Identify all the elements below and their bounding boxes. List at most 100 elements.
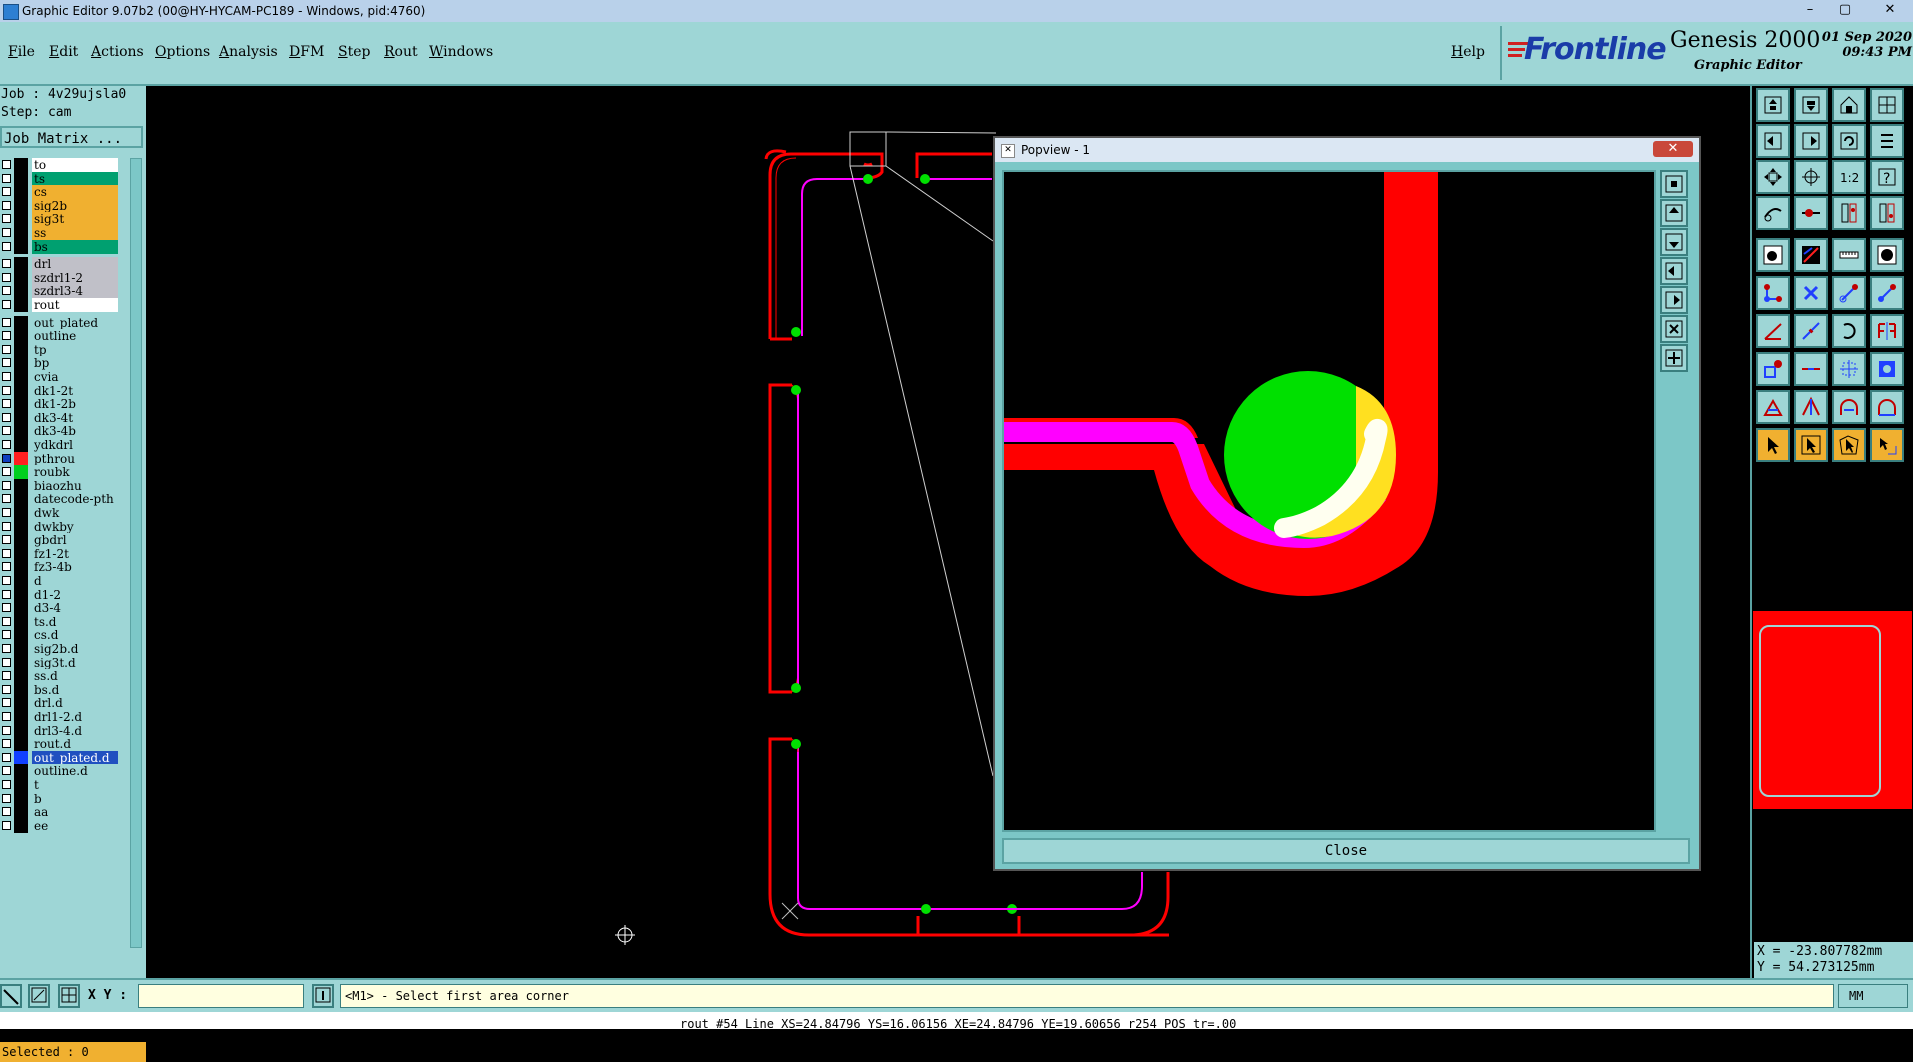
layer-color-swatch[interactable] <box>14 478 28 493</box>
layer-row[interactable]: rout.d <box>0 737 118 752</box>
layer-row[interactable]: sig2b <box>0 198 118 213</box>
layer-row[interactable]: outline.d <box>0 764 118 779</box>
popview-pan-right-button[interactable] <box>1660 286 1688 314</box>
layer-checkbox[interactable] <box>2 160 11 169</box>
layer-checkbox[interactable] <box>2 317 11 327</box>
layer-checkbox[interactable] <box>2 644 11 653</box>
tool-center-button[interactable] <box>1794 160 1828 194</box>
menu-actions[interactable]: Actions <box>91 44 144 60</box>
layer-checkbox[interactable] <box>2 766 11 776</box>
layer-color-swatch[interactable] <box>14 383 28 398</box>
tool-layer-down-button[interactable] <box>1870 196 1904 230</box>
layer-row[interactable]: datecode-pth <box>0 492 118 507</box>
tool-snap-button[interactable] <box>1794 196 1828 230</box>
layer-checkbox[interactable] <box>2 589 11 599</box>
layer-color-swatch[interactable] <box>14 410 28 425</box>
tool-select-poly-button[interactable] <box>1832 428 1866 462</box>
layer-checkbox[interactable] <box>2 562 11 572</box>
tool-select-net-button[interactable] <box>1870 428 1904 462</box>
layer-color-swatch[interactable] <box>14 737 28 752</box>
layer-checkbox[interactable] <box>2 603 11 613</box>
tool-connect-button[interactable] <box>1756 276 1790 310</box>
layer-color-swatch[interactable] <box>14 370 28 384</box>
layer-checkbox[interactable] <box>2 399 11 409</box>
tool-pan-left-button[interactable] <box>1756 124 1790 158</box>
layer-row[interactable]: b <box>0 791 118 806</box>
layer-checkbox[interactable] <box>2 480 11 490</box>
layer-name[interactable]: out_plated <box>32 315 118 330</box>
layer-color-swatch[interactable] <box>14 519 28 534</box>
tool-zoom-out-button[interactable] <box>1794 88 1828 122</box>
units-selector[interactable]: MM <box>1838 984 1908 1008</box>
layer-color-swatch[interactable] <box>14 710 28 724</box>
tool-fit-button[interactable] <box>1756 160 1790 194</box>
layer-color-swatch[interactable] <box>14 655 28 670</box>
menu-options[interactable]: Options <box>155 44 210 60</box>
layer-color-swatch[interactable] <box>14 438 28 452</box>
layer-color-swatch[interactable] <box>14 764 28 779</box>
layer-name[interactable]: roubk <box>32 465 118 480</box>
tool-redraw-button[interactable] <box>1870 124 1904 158</box>
layer-checkbox[interactable] <box>2 214 11 224</box>
tool-surface-button[interactable] <box>1794 238 1828 272</box>
layer-name[interactable]: d3-4 <box>32 601 118 616</box>
tool-select-button[interactable] <box>1756 428 1790 462</box>
layer-color-swatch[interactable] <box>14 669 28 684</box>
layer-color-swatch[interactable] <box>14 506 28 520</box>
tool-snap-pad-button[interactable] <box>1756 352 1790 386</box>
layer-color-swatch[interactable] <box>14 723 28 738</box>
tool-group-button[interactable] <box>1870 352 1904 386</box>
layer-color-swatch[interactable] <box>14 185 28 200</box>
layer-checkbox[interactable] <box>2 344 11 354</box>
layer-checkbox[interactable] <box>2 807 11 817</box>
layer-name[interactable]: biaozhu <box>32 478 118 493</box>
layer-name[interactable]: tp <box>32 342 118 357</box>
layer-row[interactable]: drl1-2.d <box>0 710 118 724</box>
layer-row[interactable]: drl.d <box>0 696 118 711</box>
layer-checkbox[interactable] <box>2 780 11 789</box>
layer-color-swatch[interactable] <box>14 298 28 312</box>
layer-checkbox[interactable] <box>2 200 11 210</box>
tool-line-button[interactable] <box>1794 314 1828 348</box>
draw-mode-button[interactable] <box>0 984 22 1008</box>
layer-checkbox[interactable] <box>2 576 11 585</box>
layer-color-swatch[interactable] <box>14 791 28 806</box>
layer-checkbox[interactable] <box>2 820 11 830</box>
layer-color-swatch[interactable] <box>14 212 28 227</box>
tool-mirror-button[interactable] <box>1870 314 1904 348</box>
tool-zoom-in-button[interactable] <box>1756 88 1790 122</box>
layer-checkbox[interactable] <box>2 630 11 640</box>
layer-row[interactable]: ee <box>0 818 118 833</box>
layer-checkbox[interactable] <box>2 173 11 183</box>
layer-color-swatch[interactable] <box>14 492 28 507</box>
layer-color-swatch[interactable] <box>14 805 28 820</box>
tool-move-button[interactable] <box>1832 276 1866 310</box>
layer-row[interactable]: drl <box>0 257 118 272</box>
layer-row[interactable]: cs.d <box>0 628 118 643</box>
layer-name[interactable]: dwk <box>32 506 118 520</box>
layer-checkbox[interactable] <box>2 535 11 545</box>
layer-row[interactable]: aa <box>0 805 118 820</box>
layer-color-swatch[interactable] <box>14 587 28 602</box>
layer-checkbox[interactable] <box>2 494 11 504</box>
layer-name[interactable]: outline.d <box>32 764 118 779</box>
layer-row[interactable]: dwk <box>0 506 118 520</box>
layer-row[interactable]: pthrou <box>0 451 118 466</box>
layer-color-swatch[interactable] <box>14 533 28 548</box>
layer-name[interactable]: pthrou <box>32 451 118 466</box>
layer-color-swatch[interactable] <box>14 546 28 561</box>
layer-checkbox[interactable] <box>2 616 11 626</box>
layer-name[interactable]: ts.d <box>32 614 118 629</box>
layer-color-swatch[interactable] <box>14 628 28 643</box>
layer-name[interactable]: drl.d <box>32 696 118 711</box>
grid-mode-button[interactable] <box>58 984 80 1008</box>
layer-name[interactable]: sig2b.d <box>32 642 118 656</box>
layer-checkbox[interactable] <box>2 752 11 762</box>
tool-pan-right-button[interactable] <box>1794 124 1828 158</box>
layer-row[interactable]: ts <box>0 171 118 186</box>
layer-name[interactable]: cvia <box>32 370 118 384</box>
layer-checkbox[interactable] <box>2 684 11 694</box>
tool-select-box-button[interactable] <box>1794 428 1828 462</box>
layer-row[interactable]: d1-2 <box>0 587 118 602</box>
layer-name[interactable]: sig3t <box>32 212 118 227</box>
